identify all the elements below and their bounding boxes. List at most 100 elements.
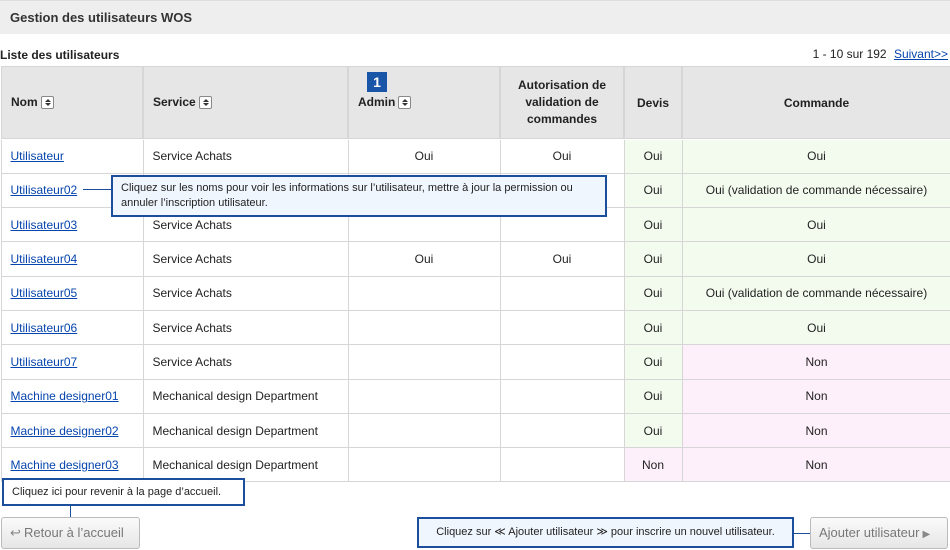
back-home-label: Retour à l’accueil bbox=[24, 525, 124, 540]
cell-admin bbox=[347, 447, 501, 483]
back-home-button[interactable]: ↩ Retour à l’accueil bbox=[1, 517, 140, 549]
page-header: Gestion des utilisateurs WOS bbox=[0, 0, 950, 34]
cell-service: Service Achats bbox=[142, 344, 349, 380]
column-name-label: Nom bbox=[11, 95, 38, 110]
column-header-service[interactable]: Service bbox=[142, 65, 349, 140]
cell-admin bbox=[347, 309, 501, 346]
cell-quote: Oui bbox=[623, 138, 683, 174]
cell-quote: Oui bbox=[623, 172, 683, 209]
table-row: Machine designer01 Mechanical design Depa… bbox=[0, 378, 950, 414]
table-row: Machine designer03 Mechanical design Depa… bbox=[0, 447, 950, 483]
cell-admin: Oui bbox=[347, 241, 501, 277]
table-row: Utilisateur05 Service Achats Oui Oui (valid… bbox=[0, 275, 950, 311]
column-service-label: Service bbox=[153, 95, 196, 110]
cell-quote: Oui bbox=[623, 207, 683, 243]
cell-service: Service Achats bbox=[142, 138, 349, 174]
cell-service: Mechanical design Department bbox=[142, 447, 349, 483]
list-title: Liste des utilisateurs bbox=[0, 48, 120, 62]
return-icon: ↩ bbox=[10, 525, 21, 540]
cell-service: Service Achats bbox=[142, 309, 349, 346]
cell-admin: Oui bbox=[347, 138, 501, 174]
user-name-link[interactable]: Machine designer01 bbox=[11, 389, 119, 403]
callout-names: Cliquez sur les noms pour voir les infor… bbox=[111, 175, 607, 217]
sort-icon[interactable] bbox=[40, 95, 54, 109]
user-name-link[interactable]: Utilisateur04 bbox=[11, 252, 78, 266]
page-title: Gestion des utilisateurs WOS bbox=[10, 10, 193, 25]
column-header-approval: Autorisation de validation de commandes bbox=[499, 65, 625, 140]
user-name-link[interactable]: Machine designer02 bbox=[11, 424, 119, 438]
callout-connector bbox=[794, 533, 810, 534]
cell-service: Service Achats bbox=[142, 241, 349, 277]
cell-order: Oui (validation de commande nécessaire) bbox=[681, 172, 950, 209]
cell-name[interactable]: Utilisateur04 bbox=[0, 241, 144, 277]
cell-quote: Non bbox=[623, 447, 683, 483]
callout-connector bbox=[70, 506, 71, 517]
cell-order: Non bbox=[681, 378, 950, 414]
cell-order: Oui (validation de commande nécessaire) bbox=[681, 275, 950, 311]
cell-admin bbox=[347, 344, 501, 380]
cell-quote: Oui bbox=[623, 241, 683, 277]
cell-quote: Oui bbox=[623, 412, 683, 449]
cell-admin bbox=[347, 275, 501, 311]
column-header-name[interactable]: Nom bbox=[0, 65, 144, 140]
cell-admin bbox=[347, 412, 501, 449]
cell-approval bbox=[499, 378, 625, 414]
user-name-link[interactable]: Utilisateur05 bbox=[11, 286, 78, 300]
user-name-link[interactable]: Utilisateur03 bbox=[11, 218, 78, 232]
cell-approval bbox=[499, 309, 625, 346]
cell-order: Oui bbox=[681, 138, 950, 174]
next-page-link[interactable]: Suivant>> bbox=[894, 47, 948, 61]
sort-icon[interactable] bbox=[398, 95, 412, 109]
cell-name[interactable]: Utilisateur06 bbox=[0, 309, 144, 346]
cell-quote: Oui bbox=[623, 378, 683, 414]
step-marker: 1 bbox=[367, 72, 387, 92]
cell-approval bbox=[499, 275, 625, 311]
table-row: Utilisateur04 Service Achats Oui Oui Oui Oui bbox=[0, 241, 950, 277]
table-row: Machine designer02 Mechanical design Depa… bbox=[0, 412, 950, 449]
cell-order: Oui bbox=[681, 241, 950, 277]
table-row: Utilisateur07 Service Achats Oui Non bbox=[0, 344, 950, 380]
cell-name[interactable]: Utilisateur05 bbox=[0, 275, 144, 311]
cell-order: Non bbox=[681, 412, 950, 449]
cell-admin bbox=[347, 378, 501, 414]
cell-name[interactable]: Machine designer03 bbox=[0, 447, 144, 483]
cell-name[interactable]: Utilisateur07 bbox=[0, 344, 144, 380]
pagination: 1 - 10 sur 192 Suivant>> bbox=[813, 47, 948, 61]
cell-service: Mechanical design Department bbox=[142, 378, 349, 414]
table-header-row: Nom Service Admin Autorisation de valida… bbox=[0, 65, 950, 140]
cell-order: Non bbox=[681, 447, 950, 483]
cell-service: Mechanical design Department bbox=[142, 412, 349, 449]
users-table: Nom Service Admin Autorisation de valida… bbox=[0, 65, 950, 483]
add-user-label: Ajouter utilisateur bbox=[819, 525, 920, 540]
cell-order: Oui bbox=[681, 309, 950, 346]
add-user-button[interactable]: Ajouter utilisateur ▶ bbox=[810, 517, 948, 549]
cell-order: Non bbox=[681, 344, 950, 380]
user-name-link[interactable]: Utilisateur07 bbox=[11, 355, 78, 369]
sort-icon[interactable] bbox=[198, 95, 212, 109]
cell-order: Oui bbox=[681, 207, 950, 243]
column-header-order: Commande bbox=[681, 65, 950, 140]
cell-service: Service Achats bbox=[142, 275, 349, 311]
cell-approval bbox=[499, 412, 625, 449]
cell-quote: Oui bbox=[623, 275, 683, 311]
table-row: Utilisateur06 Service Achats Oui Oui bbox=[0, 309, 950, 346]
callout-connector bbox=[83, 189, 111, 190]
cell-quote: Oui bbox=[623, 309, 683, 346]
callout-add: Cliquez sur ≪ Ajouter utilisateur ≫ pour… bbox=[417, 517, 794, 548]
user-name-link[interactable]: Machine designer03 bbox=[11, 458, 119, 472]
cell-approval bbox=[499, 344, 625, 380]
cell-quote: Oui bbox=[623, 344, 683, 380]
cell-name[interactable]: Machine designer01 bbox=[0, 378, 144, 414]
user-name-link[interactable]: Utilisateur bbox=[11, 149, 64, 163]
cell-approval bbox=[499, 447, 625, 483]
column-header-quote: Devis bbox=[623, 65, 683, 140]
cell-name[interactable]: Utilisateur bbox=[0, 138, 144, 174]
column-admin-label: Admin bbox=[358, 95, 396, 110]
user-name-link[interactable]: Utilisateur02 bbox=[11, 183, 78, 197]
user-name-link[interactable]: Utilisateur06 bbox=[11, 321, 78, 335]
table-row: Utilisateur Service Achats Oui Oui Oui Oui bbox=[0, 138, 950, 174]
cell-approval: Oui bbox=[499, 241, 625, 277]
cell-approval: Oui bbox=[499, 138, 625, 174]
page-range: 1 - 10 sur 192 bbox=[812, 47, 887, 61]
cell-name[interactable]: Machine designer02 bbox=[0, 412, 144, 449]
